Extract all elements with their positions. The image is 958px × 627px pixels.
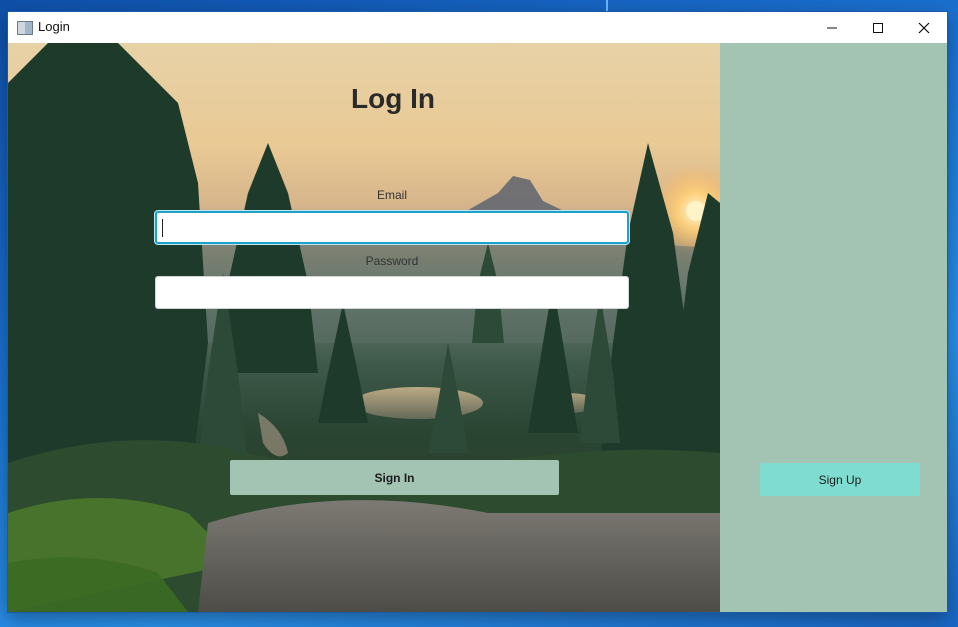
side-panel [720, 43, 947, 612]
sign-up-button[interactable]: Sign Up [760, 463, 920, 496]
close-icon [918, 22, 930, 33]
minimize-icon [827, 27, 837, 28]
page-title: Log In [351, 83, 435, 114]
minimize-button[interactable] [809, 12, 855, 43]
maximize-icon [873, 22, 883, 33]
password-field[interactable] [155, 276, 629, 309]
email-label: Email [376, 188, 407, 202]
app-window-icon [17, 21, 33, 35]
title-bar[interactable]: Login [8, 12, 947, 43]
email-field[interactable] [155, 211, 629, 244]
text-caret [162, 219, 163, 237]
maximize-button[interactable] [855, 12, 901, 43]
close-button[interactable] [901, 12, 947, 43]
sign-in-button[interactable]: Sign In [230, 460, 559, 495]
forest-landscape [8, 43, 720, 612]
login-window: Login Log In Email Password Sign In Sign… [8, 12, 947, 612]
password-label: Password [365, 254, 419, 268]
window-title: Login [38, 19, 70, 34]
window-content: Log In Email Password Sign In Sign Up [8, 43, 947, 612]
forest-background-image [8, 43, 720, 612]
